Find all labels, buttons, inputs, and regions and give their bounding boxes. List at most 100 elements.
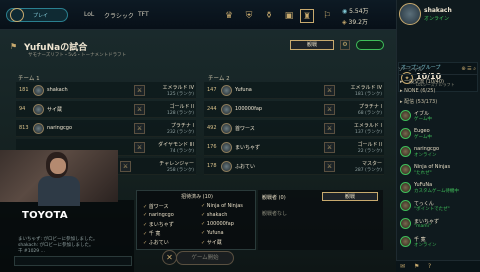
role-icon[interactable]: ⚔	[324, 161, 335, 172]
team1-row[interactable]: 94 サイ蔵 ⚔ ゴールド II 128 (ランク)	[16, 101, 196, 118]
invited-item: ふおてい	[143, 239, 169, 246]
add-friend-icon[interactable]: ⊕ ☰ ⌕	[461, 66, 476, 72]
social-tools: ソーシャル ⊕ ☰ ⌕	[398, 66, 478, 75]
player-level: 813	[19, 125, 29, 131]
spectate-join-button[interactable]: 観戦	[322, 192, 378, 201]
spectate-button[interactable]: 観戦	[290, 40, 334, 50]
invited-list: 招待済み (10) 首ワース naringcgo まいちゃず 千 寛 ふおてい …	[136, 190, 256, 250]
rp-currency: ◈ 39.2万	[342, 19, 368, 26]
toggle-switch[interactable]	[356, 40, 384, 50]
player-level: 181	[19, 87, 29, 93]
friend-avatar	[400, 128, 411, 139]
player-level: 492	[207, 125, 217, 131]
friend-category[interactable]: ▸ 配信 (53/173)	[400, 98, 437, 105]
team2-row[interactable]: 178 ふおてい ⚔ マスター 287 (ランク)	[204, 158, 384, 175]
player-rank: エメラルド I	[353, 123, 382, 129]
be-currency: ◉ 5.54万	[342, 8, 369, 15]
role-icon[interactable]: ⚔	[134, 85, 145, 96]
team1-row[interactable]: 181 shakach ⚔ エメラルド IV 125 (ランク)	[16, 82, 196, 99]
player-rank: ゴールド II	[357, 142, 382, 148]
loot-icon[interactable]: ♜	[300, 9, 314, 23]
lobby-subtitle: サモナーズリフト・5v5・トーナメントドラフト	[28, 53, 127, 58]
friend-category[interactable]: ▸ 一般交流 (10/40)	[400, 78, 444, 85]
friend-status: "ポイントでたぜ"	[414, 207, 450, 212]
spectator-panel: 観戦者 (0) 観戦 観戦者なし	[258, 190, 383, 250]
player-name: まいちゃず	[235, 145, 261, 151]
lol-logo-icon	[10, 8, 24, 22]
player-name: サイ蔵	[47, 107, 63, 113]
play-label: プレイ	[33, 12, 49, 19]
friend-avatar	[400, 200, 411, 211]
avatar	[221, 161, 232, 172]
role-icon[interactable]: ⚔	[324, 104, 335, 115]
start-game-button[interactable]: ゲーム開始	[176, 251, 234, 265]
friend-status: "たれぜ"	[414, 171, 432, 176]
team1-label: チーム 1	[18, 76, 40, 82]
player-level: 178	[207, 163, 217, 169]
player-lp: 22 (ランク)	[357, 149, 382, 154]
role-icon[interactable]: ⚔	[324, 142, 335, 153]
chat-input[interactable]	[14, 256, 132, 266]
profile-area[interactable]: shakach オンライン	[396, 0, 480, 30]
player-rank: プラチナ I	[170, 123, 194, 129]
invited-item: まいちゃず	[143, 221, 174, 228]
friend-avatar	[400, 110, 411, 121]
group-area: オープングループ ✦ 10/10 LoLシーズナルラフト	[396, 30, 480, 92]
role-icon[interactable]: ⚔	[134, 104, 145, 115]
role-icon[interactable]: ⚔	[324, 123, 335, 134]
invited-title: 招待済み (10)	[181, 194, 213, 200]
rp-value: 39.2万	[348, 19, 368, 26]
player-rank: プラチナ I	[358, 104, 382, 110]
help-icon[interactable]: ?	[428, 263, 431, 270]
be-value: 5.54万	[349, 8, 369, 15]
collection-icon[interactable]: ▣	[282, 9, 296, 23]
friend-category[interactable]: ▸ NONE (6/25)	[400, 88, 435, 94]
friend-avatar	[400, 164, 411, 175]
role-icon[interactable]: ⚔	[134, 123, 145, 134]
friend-avatar	[400, 218, 411, 229]
friend-status: カスタムゲーム待機中	[414, 189, 459, 194]
friend-status: オンライン	[414, 153, 437, 158]
nav-classic[interactable]: クラシック	[104, 11, 134, 20]
store-icon[interactable]: ⚐	[320, 9, 334, 23]
team1-row[interactable]: 813 naringcgo ⚔ プラチナ I 232 (ランク)	[16, 120, 196, 137]
chat-bubble-icon[interactable]: ✉	[400, 263, 405, 270]
settings-icon[interactable]: ⚙	[340, 40, 350, 50]
crown-icon[interactable]: ♛	[222, 9, 236, 23]
invited-item: 100000fap	[201, 221, 234, 227]
team2-row[interactable]: 147 Yufuna ⚔ エメラルド IV 181 (ランク)	[204, 82, 384, 99]
player-rank: エメラルド IV	[162, 85, 195, 91]
friend-avatar	[400, 236, 411, 247]
inventory-icon[interactable]: ⚱	[262, 9, 276, 23]
player-lp: 232 (ランク)	[166, 130, 194, 135]
player-rank: チャレンジャー	[159, 161, 194, 167]
player-name: naringcgo	[47, 125, 73, 131]
profile-status: オンライン	[424, 16, 450, 22]
player-name: ふおてい	[235, 164, 256, 170]
nav-lol[interactable]: LoL	[84, 11, 94, 18]
invited-item: サイ蔵	[201, 239, 222, 246]
invited-item: 首ワース	[143, 203, 169, 210]
team2-row[interactable]: 244 100000fap ⚔ プラチナ I 68 (ランク)	[204, 101, 384, 118]
friend-status: ゲーム中	[414, 135, 432, 140]
mission-icon[interactable]: ⚑	[414, 263, 419, 270]
team2-row[interactable]: 176 まいちゃず ⚔ ゴールド II 22 (ランク)	[204, 139, 384, 156]
team2-row[interactable]: 492 首ワース ⚔ エメラルド I 137 (ランク)	[204, 120, 384, 137]
spectator-empty: 観戦者なし	[262, 211, 288, 217]
player-name: 首ワース	[235, 126, 255, 132]
player-level: 244	[207, 106, 217, 112]
tournament-icon: ⚑	[10, 42, 18, 51]
friend-list: イブル ゲーム中 Eugeo ゲーム中 naringcgo オンライン Ninj…	[398, 108, 478, 260]
shield-icon[interactable]: ⛨	[242, 9, 256, 23]
social-footer: ✉ ⚑ ?	[396, 260, 480, 272]
player-lp: 287 (ランク)	[354, 168, 382, 173]
nav-tft[interactable]: TFT	[138, 11, 149, 18]
player-lp: 137 (ランク)	[354, 130, 382, 135]
profile-avatar[interactable]	[399, 3, 421, 25]
player-rank: エメラルド IV	[350, 85, 383, 91]
role-icon[interactable]: ⚔	[120, 161, 131, 172]
close-icon[interactable]: ✕	[162, 250, 177, 265]
role-icon[interactable]: ⚔	[324, 85, 335, 96]
player-name: shakach	[47, 87, 68, 93]
spectator-title: 観戦者 (0)	[262, 195, 286, 201]
